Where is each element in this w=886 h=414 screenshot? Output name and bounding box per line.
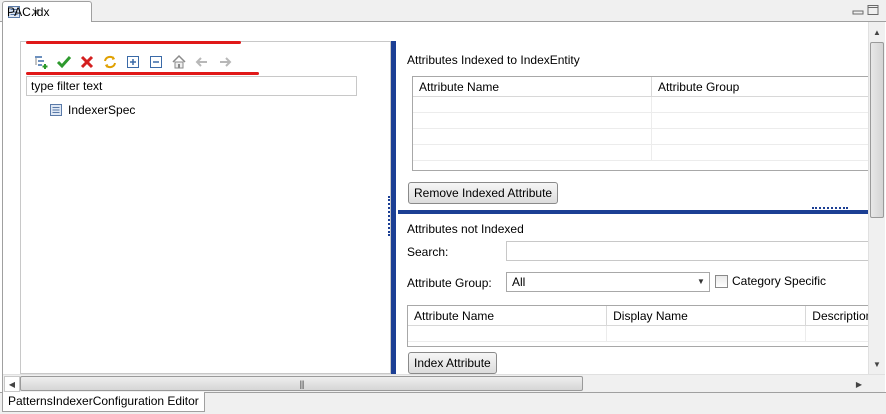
vertical-splitter[interactable] — [388, 41, 396, 374]
splitter-grip[interactable] — [388, 196, 390, 236]
forward-arrow-icon[interactable] — [215, 53, 235, 71]
tree-item-label: IndexerSpec — [68, 103, 136, 117]
expand-all-icon[interactable] — [123, 53, 143, 71]
horizontal-scroll-thumb[interactable]: ||| — [20, 376, 583, 391]
search-label: Search: — [407, 245, 449, 259]
not-indexed-col-display[interactable]: Display Name — [607, 306, 807, 325]
table-row[interactable] — [413, 145, 868, 161]
search-input[interactable] — [506, 241, 868, 261]
editor-area: type filter text IndexerSpec Attributes … — [2, 22, 885, 392]
tree-item[interactable]: IndexerSpec — [49, 103, 135, 117]
horizontal-splitter[interactable] — [398, 207, 868, 214]
not-indexed-title: Attributes not Indexed — [407, 222, 524, 236]
splitter-grip[interactable] — [812, 207, 848, 209]
minimize-icon[interactable] — [851, 4, 865, 16]
indexed-col-group[interactable]: Attribute Group — [652, 77, 868, 96]
not-indexed-col-description[interactable]: Description — [806, 306, 868, 325]
tree-panel: type filter text IndexerSpec — [20, 41, 391, 374]
add-child-icon[interactable] — [31, 53, 51, 71]
editor-tab-strip: PAC.idx ✕ — [0, 0, 886, 22]
not-indexed-table[interactable]: Attribute Name Display Name Description — [407, 305, 868, 347]
attributes-panel: Attributes Indexed to IndexEntity Attrib… — [398, 41, 868, 374]
editor-tab[interactable]: PAC.idx ✕ — [2, 1, 92, 22]
scroll-right-icon[interactable]: ▶ — [851, 376, 867, 392]
editor-tab-title: PAC.idx — [7, 5, 50, 19]
chevron-down-icon[interactable]: ▼ — [693, 273, 709, 291]
scroll-left-icon[interactable]: ◀ — [4, 376, 20, 392]
apply-checkmark-icon[interactable] — [54, 53, 74, 71]
indexed-col-name[interactable]: Attribute Name — [413, 77, 652, 96]
table-row[interactable] — [413, 129, 868, 145]
maximize-icon[interactable] — [866, 4, 880, 16]
filter-input[interactable]: type filter text — [26, 76, 357, 96]
indexed-table[interactable]: Attribute Name Attribute Group — [412, 76, 868, 171]
scroll-down-icon[interactable]: ▼ — [869, 356, 885, 372]
table-row[interactable] — [413, 97, 868, 113]
attribute-group-label: Attribute Group: — [407, 276, 492, 290]
checkbox-box[interactable] — [715, 274, 728, 288]
table-row[interactable] — [408, 326, 868, 342]
spec-file-icon — [50, 104, 62, 116]
remove-indexed-attribute-button[interactable]: Remove Indexed Attribute — [408, 182, 559, 204]
vertical-scroll-thumb[interactable] — [870, 42, 884, 218]
attribute-group-select[interactable]: All ▼ — [506, 272, 710, 292]
page-tab-editor[interactable]: PatternsIndexerConfiguration Editor — [2, 392, 205, 412]
highlight-line-top — [26, 41, 241, 44]
page-tab-strip: PatternsIndexerConfiguration Editor — [0, 392, 886, 414]
tree-toolbar — [31, 53, 235, 71]
category-specific-label: Category Specific — [732, 274, 827, 288]
refresh-icon[interactable] — [100, 53, 120, 71]
collapse-all-icon[interactable] — [146, 53, 166, 71]
attribute-group-value: All — [512, 275, 526, 289]
scroll-up-icon[interactable]: ▲ — [869, 24, 885, 40]
not-indexed-col-name[interactable]: Attribute Name — [408, 306, 608, 325]
index-attribute-button[interactable]: Index Attribute — [408, 352, 497, 374]
home-icon[interactable] — [169, 53, 189, 71]
horizontal-scrollbar[interactable]: ◀ ||| ▶ — [3, 374, 885, 392]
category-specific-checkbox[interactable]: Category Specific — [715, 274, 826, 288]
indexed-title: Attributes Indexed to IndexEntity — [407, 53, 580, 67]
table-row[interactable] — [413, 113, 868, 129]
delete-x-icon[interactable] — [77, 53, 97, 71]
vertical-scrollbar[interactable]: ▲ ▼ — [868, 22, 885, 374]
back-arrow-icon[interactable] — [192, 53, 212, 71]
highlight-line-bottom — [26, 72, 259, 75]
